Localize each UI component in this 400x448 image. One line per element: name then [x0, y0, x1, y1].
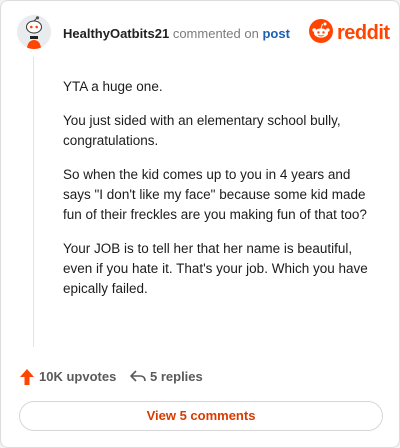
comment-paragraph: YTA a huge one. [63, 79, 163, 94]
brand-wordmark: reddit [337, 22, 390, 44]
reply-arrow-icon [130, 370, 146, 382]
action-text: commented on [172, 26, 259, 41]
thread-line [33, 57, 34, 347]
post-link[interactable]: post [262, 26, 289, 41]
reply-count: 5 replies [150, 369, 203, 384]
username[interactable]: HealthyOatbits21 [63, 26, 169, 41]
comment-paragraph: So when the kid comes up to you in 4 yea… [63, 167, 367, 222]
snoo-avatar-icon[interactable] [17, 15, 51, 49]
upvote-arrow-icon [20, 369, 34, 385]
comment-actions: 10K upvotes 5 replies [19, 367, 379, 387]
replies-button[interactable]: 5 replies [129, 367, 229, 387]
reddit-alien-icon [309, 19, 333, 43]
comment-paragraph: Your JOB is to tell her that her name is… [63, 241, 368, 296]
comment-meta: HealthyOatbits21 commented on post [63, 26, 290, 41]
upvote-button[interactable]: 10K upvotes [19, 367, 119, 387]
comment-header: HealthyOatbits21 commented on post reddi… [17, 15, 390, 51]
comment-paragraph: You just sided with an elementary school… [63, 113, 341, 148]
comment-card: HealthyOatbits21 commented on post reddi… [0, 0, 400, 448]
upvote-count: 10K upvotes [39, 369, 117, 384]
reddit-logo[interactable]: reddit [309, 19, 390, 47]
view-comments-button[interactable]: View 5 comments [19, 401, 383, 431]
comment-body: YTA a huge one. You just sided with an e… [63, 77, 373, 313]
